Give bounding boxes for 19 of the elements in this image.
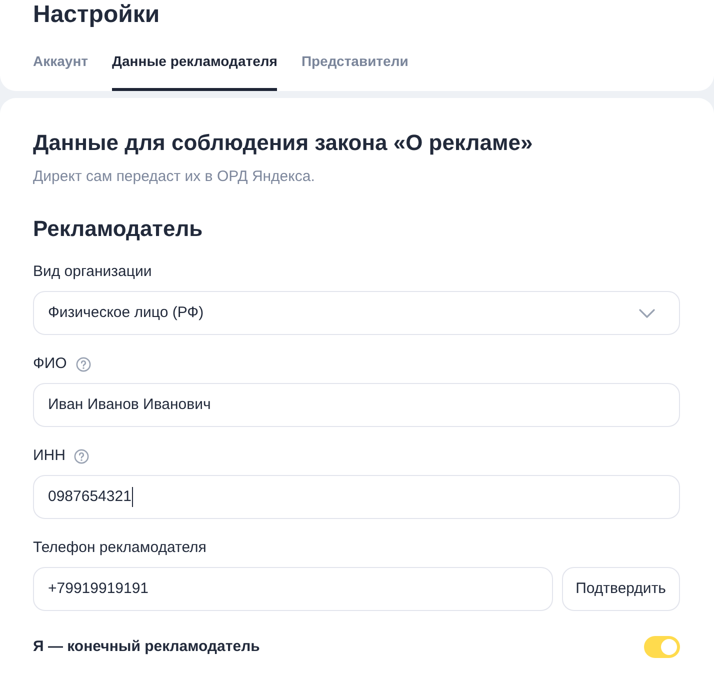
- field-label: ИНН: [33, 446, 66, 466]
- field-label: Вид организации: [33, 262, 152, 282]
- page-title: Настройки: [33, 0, 161, 30]
- field-label: ФИО: [33, 354, 67, 374]
- chevron-down-icon: [639, 308, 655, 318]
- toggle-switch[interactable]: [644, 636, 680, 658]
- tab[interactable]: Данные рекламодателя: [112, 30, 278, 91]
- field-label: Телефон рекламодателя: [33, 538, 206, 558]
- input-field[interactable]: 0987654321: [33, 475, 680, 519]
- tab[interactable]: Представители: [301, 30, 408, 91]
- toggle-label: Я — конечный рекламодатель: [33, 637, 260, 657]
- input-field[interactable]: Иван Иванов Иванович: [33, 383, 680, 427]
- dropdown-select[interactable]: Физическое лицо (РФ): [33, 291, 680, 335]
- phone-field[interactable]: +79919919191: [33, 567, 553, 611]
- section-subtitle: Директ сам передаст их в ОРД Яндекса.: [33, 167, 316, 187]
- section-heading: Рекламодатель: [33, 215, 204, 243]
- section-title: Данные для соблюдения закона «О рекламе»: [33, 129, 534, 157]
- tab[interactable]: Аккаунт: [33, 30, 88, 91]
- confirm-button[interactable]: Подтвердить: [562, 567, 680, 611]
